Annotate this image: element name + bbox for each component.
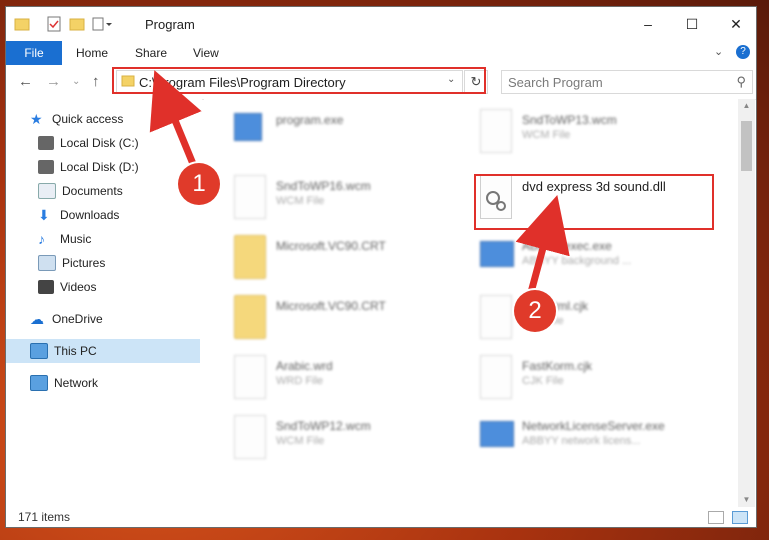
callout-badge-2: 2 bbox=[514, 290, 556, 332]
callout-arrows bbox=[149, 70, 570, 300]
callout-badge-1: 1 bbox=[178, 163, 220, 205]
arrow-to-dll-file bbox=[515, 194, 570, 300]
